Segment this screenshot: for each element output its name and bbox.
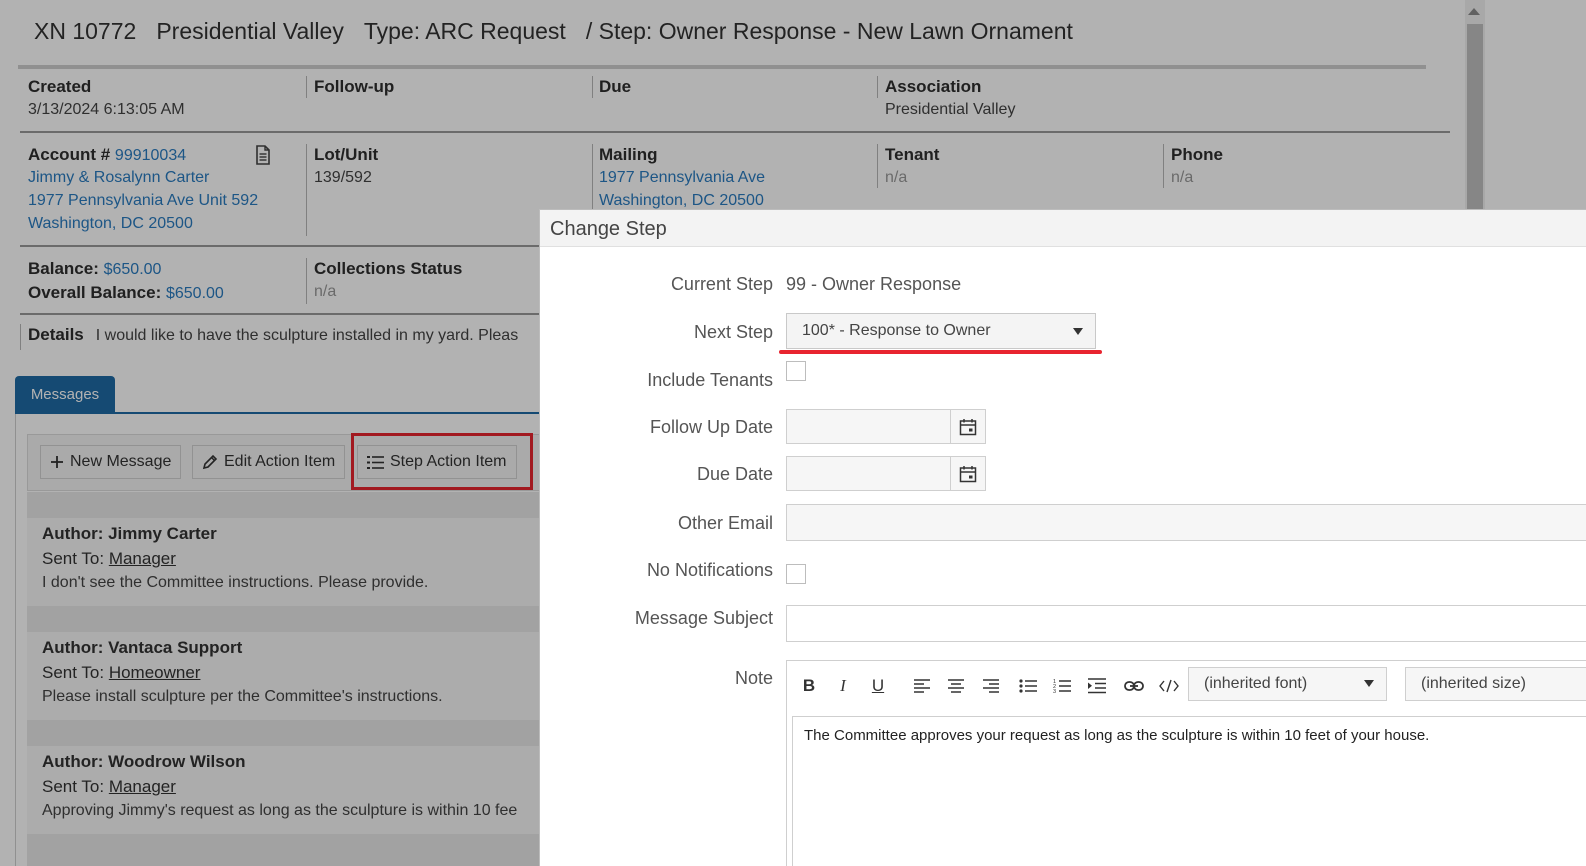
italic-icon[interactable]: I (832, 676, 854, 696)
follow-up-date-label: Follow Up Date (649, 417, 773, 437)
note-editor: B I U 123 (inherited font) (inherited si… (786, 660, 1586, 866)
change-step-dialog: Change Step Current Step 99 - Owner Resp… (539, 209, 1586, 866)
font-family-select[interactable]: (inherited font) (1188, 667, 1387, 701)
other-email-input[interactable] (786, 504, 1586, 541)
message-subject-input[interactable] (786, 605, 1586, 642)
dialog-title: Change Step (550, 218, 667, 240)
note-text-area[interactable]: The Committee approves your request as l… (792, 716, 1586, 866)
indent-icon[interactable] (1086, 676, 1108, 696)
message-subject-label: Message Subject (634, 608, 773, 628)
align-center-icon[interactable] (945, 676, 967, 696)
font-size-select[interactable]: (inherited size) (1405, 667, 1586, 701)
no-notifications-label: No Notifications (646, 560, 773, 580)
include-tenants-checkbox[interactable] (786, 361, 806, 381)
dialog-header: Change Step (540, 210, 1586, 247)
dropdown-arrow-icon (1073, 328, 1083, 335)
bullet-list-icon[interactable] (1017, 676, 1039, 696)
highlight-underline (779, 350, 1102, 354)
due-date-label: Due Date (696, 464, 773, 484)
other-email-label: Other Email (677, 513, 773, 533)
code-icon[interactable] (1158, 676, 1180, 696)
follow-up-date-input[interactable] (786, 409, 986, 444)
next-step-label: Next Step (693, 322, 773, 342)
due-date-input[interactable] (786, 456, 986, 491)
bold-icon[interactable]: B (798, 676, 820, 696)
align-right-icon[interactable] (980, 676, 1002, 696)
svg-text:3: 3 (1053, 689, 1056, 694)
numbered-list-icon[interactable]: 123 (1051, 676, 1073, 696)
dropdown-arrow-icon (1364, 680, 1374, 687)
underline-icon[interactable]: U (867, 676, 889, 696)
next-step-selected: 100* - Response to Owner (802, 322, 991, 339)
note-label: Note (734, 668, 773, 688)
align-left-icon[interactable] (911, 676, 933, 696)
next-step-select[interactable]: 100* - Response to Owner (786, 313, 1096, 349)
editor-toolbar: B I U 123 (inherited font) (inherited si… (787, 661, 1586, 711)
current-step-label: Current Step (670, 274, 773, 294)
calendar-icon[interactable] (950, 410, 985, 443)
current-step-value: 99 - Owner Response (786, 274, 962, 294)
calendar-icon[interactable] (950, 457, 985, 490)
include-tenants-label: Include Tenants (647, 370, 773, 390)
no-notifications-checkbox[interactable] (786, 564, 806, 584)
link-icon[interactable] (1123, 676, 1145, 696)
